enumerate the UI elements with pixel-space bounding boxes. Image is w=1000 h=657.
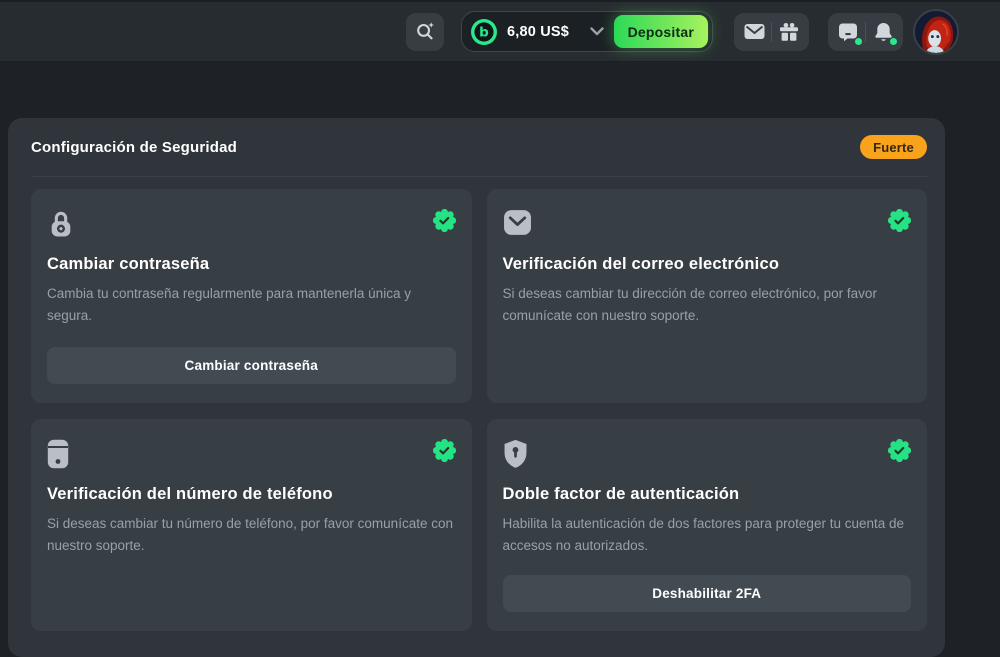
page-content: Configuración de Seguridad Fuerte	[0, 118, 1000, 657]
gift-icon	[779, 22, 799, 42]
card-description: Si deseas cambiar tu número de teléfono,…	[47, 513, 456, 557]
page-title: Configuración de Seguridad	[31, 139, 237, 156]
verified-badge-icon	[888, 439, 911, 462]
deposit-button[interactable]: Depositar	[614, 15, 708, 48]
card-header	[47, 439, 456, 471]
card-description: Cambia tu contraseña regularmente para m…	[47, 283, 456, 327]
shield-icon	[503, 439, 528, 469]
chat-status-dot	[855, 38, 862, 45]
disable-2fa-button[interactable]: Deshabilitar 2FA	[503, 575, 912, 612]
phone-icon	[47, 439, 69, 469]
chat-bell-group	[828, 13, 903, 51]
verified-badge-icon	[888, 209, 911, 232]
card-header	[47, 209, 456, 241]
mail-gift-group	[734, 13, 809, 51]
security-cards-grid: Cambiar contraseña Cambia tu contraseña …	[31, 189, 927, 631]
envelope-icon	[503, 209, 532, 236]
change-password-button[interactable]: Cambiar contraseña	[47, 347, 456, 384]
card-description: Si deseas cambiar tu dirección de correo…	[503, 283, 912, 327]
notifications-status-dot	[890, 38, 897, 45]
card-title: Cambiar contraseña	[47, 255, 456, 274]
notifications-button[interactable]	[866, 16, 900, 48]
mail-button[interactable]	[737, 16, 771, 48]
security-card-phone-verification: Verificación del número de teléfono Si d…	[31, 419, 472, 631]
card-title: Verificación del número de teléfono	[47, 485, 456, 504]
chevron-down-icon	[590, 27, 604, 36]
card-header	[503, 439, 912, 471]
currency-selector[interactable]: b 6,80 US$ Depositar	[461, 11, 713, 52]
card-title: Verificación del correo electrónico	[503, 255, 912, 274]
search-icon	[415, 21, 436, 42]
verified-badge-icon	[433, 439, 456, 462]
avatar[interactable]	[913, 9, 959, 55]
gift-button[interactable]	[772, 16, 806, 48]
card-header	[503, 209, 912, 241]
password-strength-badge: Fuerte	[860, 135, 927, 159]
verified-badge-icon	[433, 209, 456, 232]
security-settings-panel: Configuración de Seguridad Fuerte	[8, 118, 945, 657]
bcd-coin-icon: b	[471, 19, 497, 45]
security-card-change-password: Cambiar contraseña Cambia tu contraseña …	[31, 189, 472, 403]
lock-icon	[47, 209, 75, 238]
card-title: Doble factor de autenticación	[503, 485, 912, 504]
svg-text:b: b	[479, 24, 489, 40]
chat-button[interactable]	[831, 16, 865, 48]
panel-header: Configuración de Seguridad Fuerte	[31, 118, 927, 177]
search-button[interactable]	[406, 13, 444, 51]
balance-amount: 6,80 US$	[507, 24, 569, 40]
card-description: Habilita la autenticación de dos factore…	[503, 513, 912, 557]
security-card-email-verification: Verificación del correo electrónico Si d…	[487, 189, 928, 403]
top-nav: b 6,80 US$ Depositar	[0, 0, 1000, 61]
envelope-icon	[744, 23, 765, 40]
security-card-two-factor: Doble factor de autenticación Habilita l…	[487, 419, 928, 631]
